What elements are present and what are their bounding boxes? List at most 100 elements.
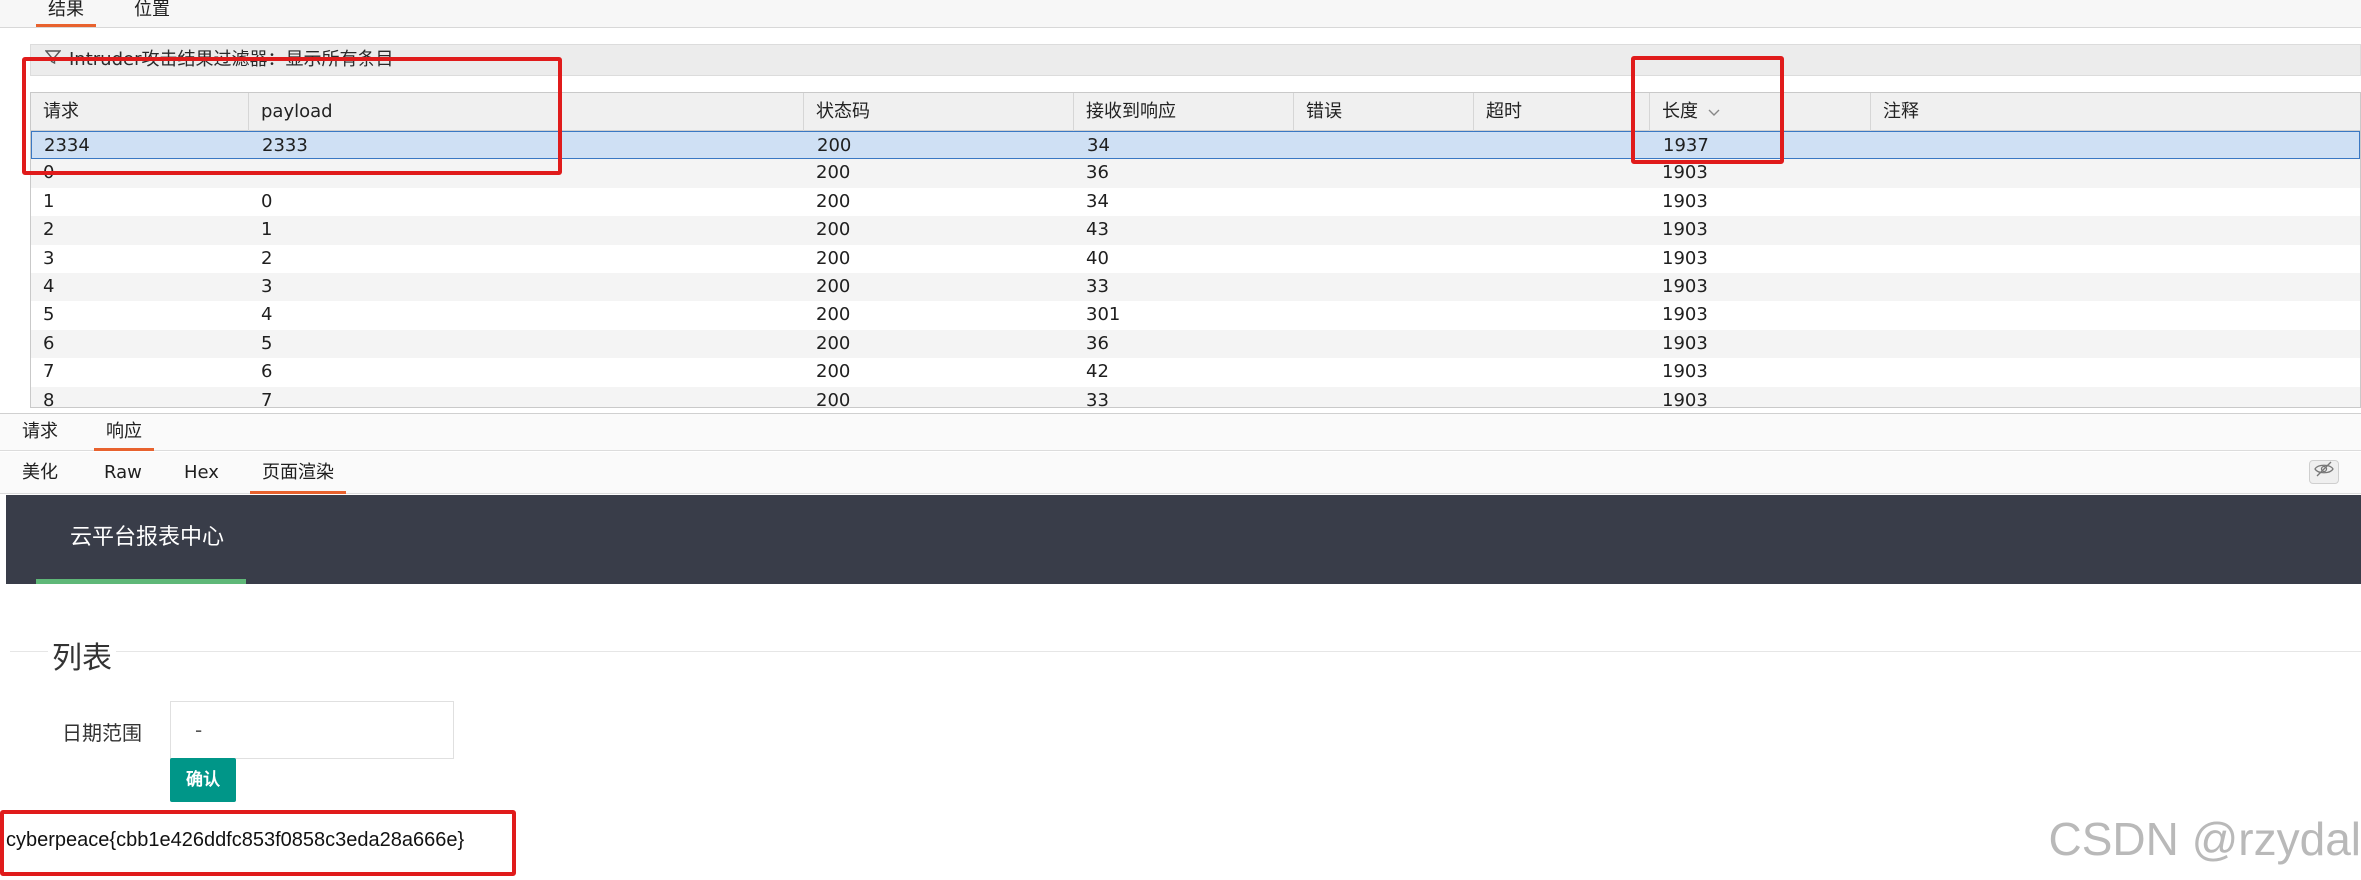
column-header-request[interactable]: 请求 <box>31 93 249 131</box>
column-header-timeout[interactable]: 超时 <box>1474 93 1650 131</box>
cell-request: 8 <box>43 389 55 408</box>
cell-request: 1 <box>43 190 55 212</box>
cell-status: 200 <box>816 162 851 184</box>
cell-length: 1903 <box>1662 162 1708 184</box>
table-body: 2334 2333 200 34 1937 0 200 36 1903 1 0 200 34 1903 2 1… <box>31 131 2360 408</box>
tab-results[interactable]: 结果 <box>36 0 96 27</box>
tab-pretty[interactable]: 美化 <box>10 460 70 494</box>
cell-length: 1903 <box>1662 361 1708 383</box>
column-header-error[interactable]: 错误 <box>1294 93 1474 131</box>
cell-response-received: 34 <box>1086 190 1109 212</box>
cell-payload: 2 <box>261 247 273 269</box>
tab-raw[interactable]: Raw <box>92 460 154 494</box>
tab-response[interactable]: 响应 <box>94 419 154 451</box>
cell-status: 200 <box>817 135 852 156</box>
cell-response-received: 42 <box>1086 361 1109 383</box>
rendered-response-page: 云平台报表中心 列表 日期范围 - 确认 cyberpeace{cbb1e426… <box>0 495 2361 880</box>
cell-status: 200 <box>816 275 851 297</box>
csdn-watermark: CSDN @rzydal <box>2048 813 2361 865</box>
cell-response-received: 33 <box>1086 275 1109 297</box>
cell-length: 1903 <box>1662 389 1708 408</box>
cell-status: 200 <box>816 389 851 408</box>
column-header-status[interactable]: 状态码 <box>804 93 1074 131</box>
cell-request: 0 <box>43 162 55 184</box>
cell-length: 1903 <box>1662 275 1708 297</box>
cell-response-received: 33 <box>1086 389 1109 408</box>
cell-payload: 2333 <box>262 135 308 156</box>
message-tab-bar: 请求 响应 <box>0 413 2361 451</box>
site-brand[interactable]: 云平台报表中心 <box>36 495 246 584</box>
column-header-comment[interactable]: 注释 <box>1871 93 2360 131</box>
cell-request: 2334 <box>44 135 90 156</box>
cell-request: 6 <box>43 332 55 354</box>
table-row[interactable]: 2 1 200 43 1903 <box>31 216 2360 245</box>
sort-chevron-down-icon <box>1708 93 1720 131</box>
results-table: 请求 payload 状态码 接收到响应 错误 超时 长度 注释 2334 233… <box>30 92 2361 408</box>
table-row[interactable]: 4 3 200 33 1903 <box>31 272 2360 302</box>
cell-payload: 4 <box>261 304 273 326</box>
cell-length: 1903 <box>1662 219 1708 241</box>
cell-request: 2 <box>43 219 55 241</box>
cell-response-received: 40 <box>1086 247 1109 269</box>
cell-payload: 5 <box>261 332 273 354</box>
cell-status: 200 <box>816 190 851 212</box>
section-legend: 列表 <box>48 633 116 677</box>
cell-payload: 1 <box>261 219 273 241</box>
cell-length: 1903 <box>1662 247 1708 269</box>
cell-payload: 0 <box>261 190 273 212</box>
cell-status: 200 <box>816 247 851 269</box>
site-header: 云平台报表中心 <box>6 495 2361 584</box>
fieldset-divider <box>10 651 2361 652</box>
result-filter-bar[interactable]: Intruder攻击结果过滤器：显示所有条目 <box>30 44 2361 76</box>
table-row[interactable]: 8 7 200 33 1903 <box>31 386 2360 408</box>
column-header-length-label: 长度 <box>1662 101 1698 122</box>
table-row[interactable]: 2334 2333 200 34 1937 <box>31 131 2360 160</box>
cell-status: 200 <box>816 361 851 383</box>
tab-hex[interactable]: Hex <box>172 460 231 494</box>
tab-render[interactable]: 页面渲染 <box>250 460 346 494</box>
cell-status: 200 <box>816 304 851 326</box>
date-range-label: 日期范围 <box>62 721 142 745</box>
cell-status: 200 <box>816 219 851 241</box>
cell-request: 5 <box>43 304 55 326</box>
cell-request: 7 <box>43 361 55 383</box>
column-header-length[interactable]: 长度 <box>1650 93 1871 131</box>
cell-payload: 3 <box>261 275 273 297</box>
cell-length: 1937 <box>1663 135 1709 156</box>
cell-payload: 7 <box>261 389 273 408</box>
cell-length: 1903 <box>1662 332 1708 354</box>
cell-response-received: 34 <box>1087 135 1110 156</box>
cell-status: 200 <box>816 332 851 354</box>
date-range-input[interactable]: - <box>170 701 454 759</box>
cell-response-received: 36 <box>1086 332 1109 354</box>
hide-eye-icon[interactable] <box>2309 460 2339 484</box>
cell-response-received: 301 <box>1086 304 1121 326</box>
cell-length: 1903 <box>1662 190 1708 212</box>
cell-response-received: 36 <box>1086 162 1109 184</box>
cell-payload: 6 <box>261 361 273 383</box>
tab-request[interactable]: 请求 <box>10 419 70 451</box>
cell-request: 3 <box>43 247 55 269</box>
filter-label: Intruder攻击结果过滤器：显示所有条目 <box>69 49 394 70</box>
flag-text: cyberpeace{cbb1e426ddfc853f0858c3eda28a6… <box>6 829 465 851</box>
column-header-payload[interactable]: payload <box>249 93 804 131</box>
column-header-response-received[interactable]: 接收到响应 <box>1074 93 1294 131</box>
tab-positions[interactable]: 位置 <box>122 0 182 27</box>
filter-icon <box>44 45 63 75</box>
results-tab-bar: 结果 位置 <box>0 0 2361 28</box>
burp-intruder-window: 结果 位置 Intruder攻击结果过滤器：显示所有条目 请求 payload … <box>0 0 2361 880</box>
site-brand-label: 云平台报表中心 <box>70 525 225 550</box>
brand-active-underline <box>36 579 246 584</box>
table-row[interactable]: 0 200 36 1903 <box>31 159 2360 188</box>
confirm-button[interactable]: 确认 <box>170 758 236 802</box>
table-row[interactable]: 7 6 200 42 1903 <box>31 358 2360 387</box>
table-header: 请求 payload 状态码 接收到响应 错误 超时 长度 注释 <box>31 93 2360 131</box>
table-row[interactable]: 1 0 200 34 1903 <box>31 187 2360 217</box>
response-view-tab-bar: 美化 Raw Hex 页面渲染 <box>0 452 2361 494</box>
table-row[interactable]: 5 4 200 301 1903 <box>31 301 2360 330</box>
table-row[interactable]: 6 5 200 36 1903 <box>31 329 2360 359</box>
cell-request: 4 <box>43 275 55 297</box>
table-row[interactable]: 3 2 200 40 1903 <box>31 244 2360 273</box>
cell-response-received: 43 <box>1086 219 1109 241</box>
cell-length: 1903 <box>1662 304 1708 326</box>
